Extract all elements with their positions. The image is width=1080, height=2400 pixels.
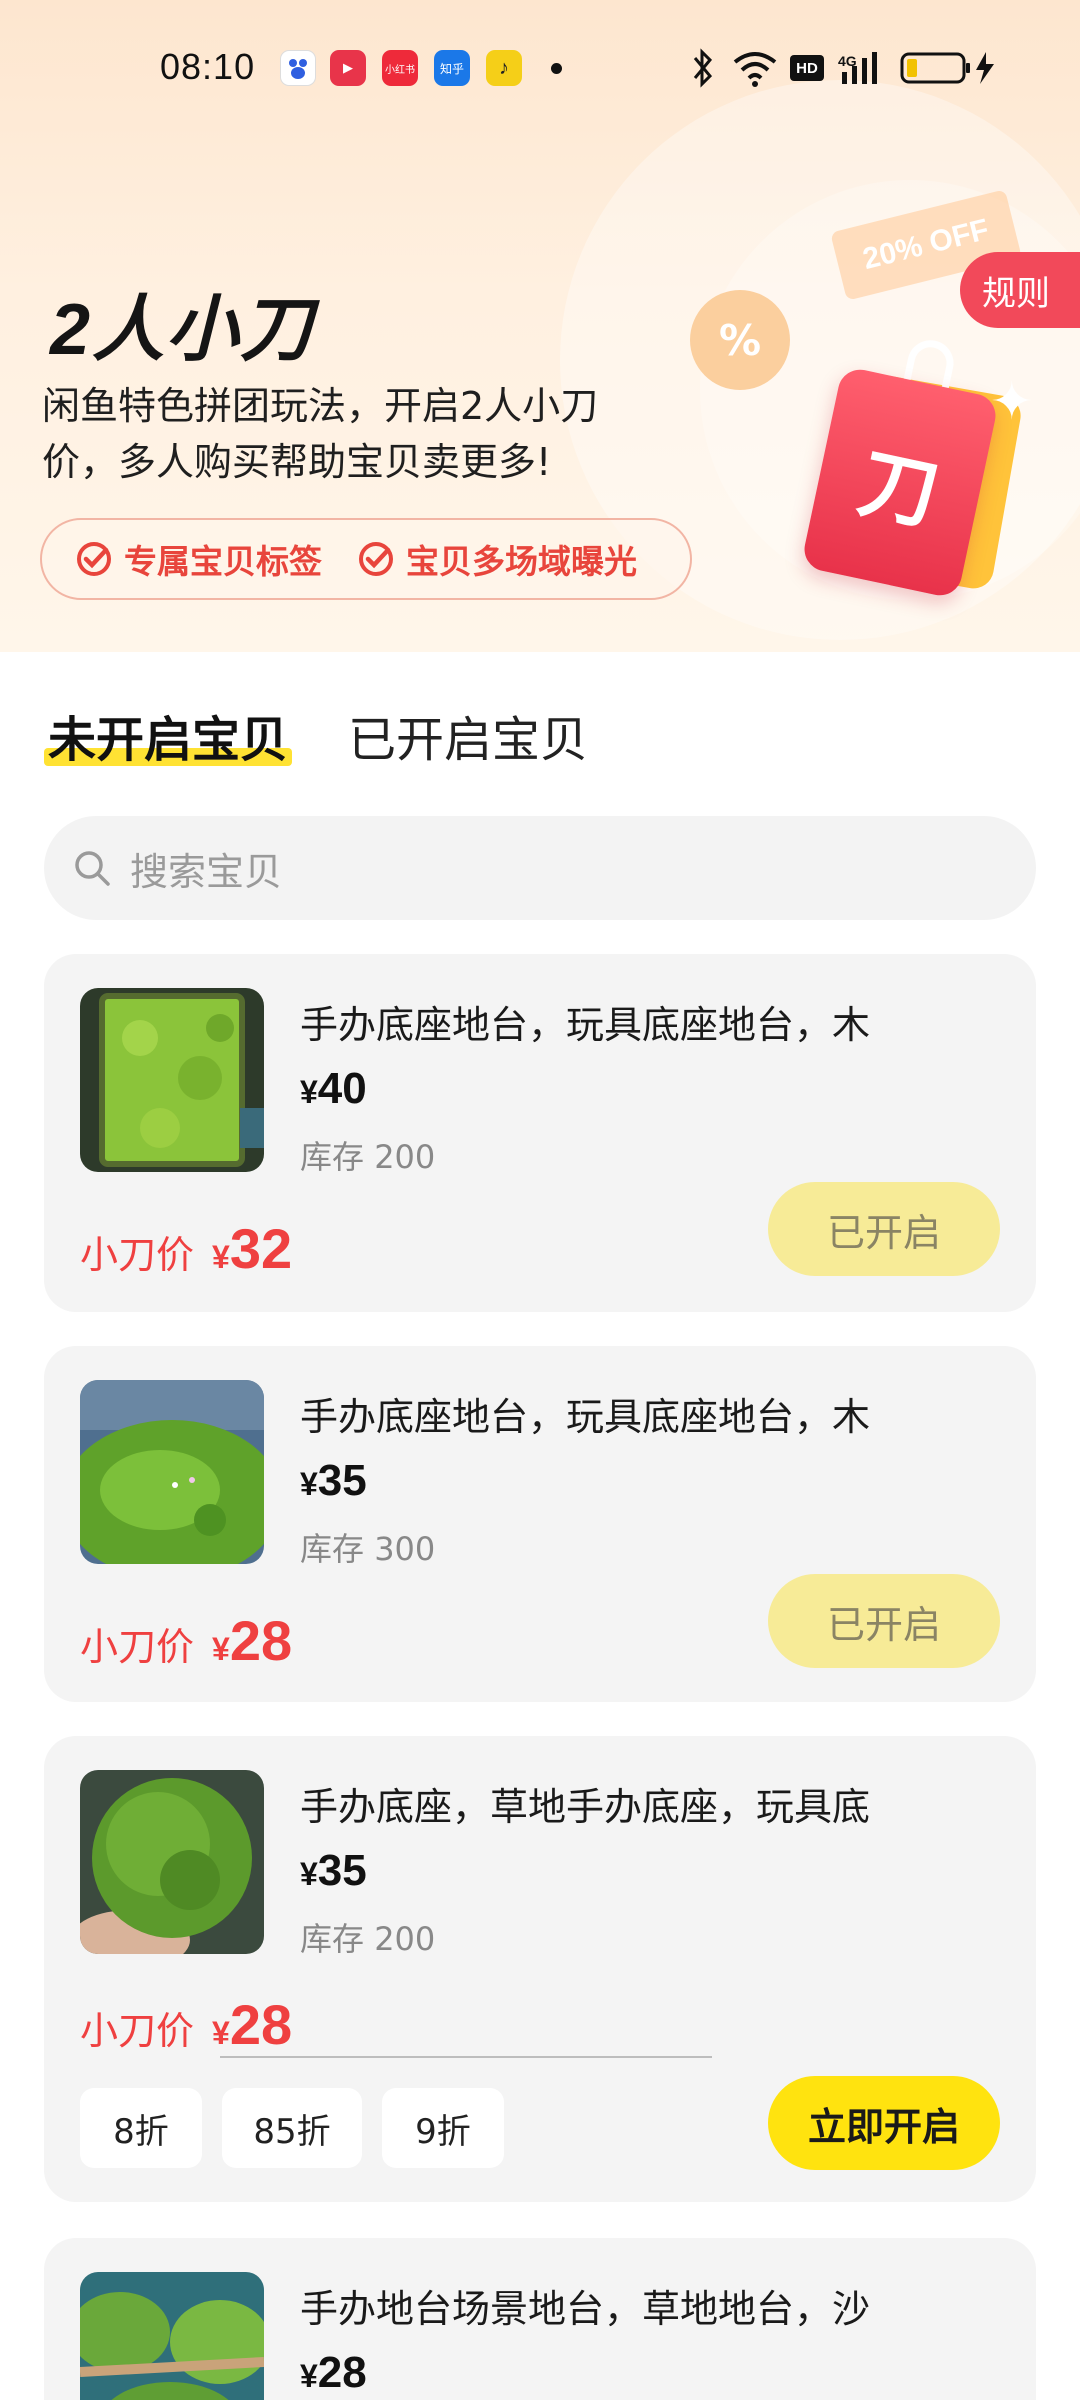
stock-value: 200 [374, 1920, 436, 1958]
cut-price: 小刀价 ¥ 28 [80, 1992, 292, 2057]
cut-price: 小刀价 ¥ 28 [80, 1608, 292, 1673]
discount-chip-85[interactable]: 85折 [222, 2088, 362, 2168]
stock-prefix: 库存 [300, 1138, 365, 1176]
hero-banner: 08:10 ▶ 小红书 知乎 ♪ HD 4G 20% OFF % 刀 ✦ 规则 … [0, 0, 1080, 652]
bluetooth-icon [693, 48, 713, 88]
video-app-icon: ▶ [330, 50, 366, 86]
baidu-app-icon [280, 50, 316, 86]
tab-not-enabled[interactable]: 未开启宝贝 [44, 700, 293, 770]
search-input[interactable]: 搜索宝贝 [44, 816, 1036, 920]
currency-symbol: ¥ [300, 1074, 318, 1110]
product-stock: 库存 200 [300, 1132, 435, 1178]
signal-icon: 4G [838, 52, 877, 84]
sparkle-icon: ✦ [990, 372, 1034, 432]
product-card: 手办底座，草地手办底座，玩具底 ¥35 库存 200 小刀价 ¥ 28 8折 8… [44, 1736, 1036, 2202]
price-value: 40 [317, 1064, 367, 1113]
product-card: 手办底座地台，玩具底座地台，木 ¥40 库存 200 小刀价 ¥ 32 已开启 [44, 954, 1036, 1312]
product-image[interactable] [80, 1770, 264, 1954]
discount-chip-9[interactable]: 9折 [382, 2088, 504, 2168]
opened-button[interactable]: 已开启 [768, 1182, 1000, 1276]
check-circle-icon [359, 542, 393, 576]
hd-icon: HD [790, 55, 824, 81]
feature-item: 专属宝贝标签 [76, 535, 322, 583]
cut-price-label: 小刀价 [80, 1233, 195, 1277]
stock-value: 200 [374, 1138, 436, 1176]
currency-symbol: ¥ [212, 2015, 230, 2051]
product-price: ¥28 [300, 2348, 367, 2398]
status-bar: 08:10 ▶ 小红书 知乎 ♪ HD 4G [0, 0, 1080, 140]
product-card: 手办地台场景地台，草地地台，沙 ¥28 [44, 2238, 1036, 2400]
status-time: 08:10 [160, 46, 256, 87]
price-value: 35 [317, 1846, 367, 1895]
currency-symbol: ¥ [300, 1856, 318, 1892]
currency-symbol: ¥ [212, 1239, 230, 1275]
currency-symbol: ¥ [212, 1631, 230, 1667]
tab-label: 未开启宝贝 [48, 712, 289, 768]
product-price: ¥40 [300, 1064, 367, 1114]
product-card: 手办底座地台，玩具底座地台，木 ¥35 库存 300 小刀价 ¥ 28 已开启 [44, 1346, 1036, 1702]
price-value: 28 [317, 2348, 367, 2397]
cut-price: 小刀价 ¥ 32 [80, 1216, 292, 1281]
check-circle-icon [77, 542, 111, 576]
hero-title: 2人小刀 [50, 290, 315, 370]
stock-value: 300 [374, 1530, 436, 1568]
discount-chip-8[interactable]: 8折 [80, 2088, 202, 2168]
cut-price-label: 小刀价 [80, 1625, 195, 1669]
rules-button[interactable]: 规则 [960, 252, 1080, 328]
feature-label: 宝贝多场域曝光 [406, 542, 637, 581]
search-placeholder: 搜索宝贝 [130, 849, 283, 894]
currency-symbol: ¥ [300, 2358, 318, 2394]
stock-prefix: 库存 [300, 1530, 365, 1568]
cut-price-value: 32 [229, 1217, 293, 1280]
stock-prefix: 库存 [300, 1920, 365, 1958]
cut-price-input-underline [220, 2056, 712, 2058]
opened-button[interactable]: 已开启 [768, 1574, 1000, 1668]
enable-now-button[interactable]: 立即开启 [768, 2076, 1000, 2170]
product-title[interactable]: 手办地台场景地台，草地地台，沙 [300, 2278, 1000, 2333]
cut-price-value: 28 [229, 1993, 293, 2056]
zhihu-app-icon: 知乎 [434, 50, 470, 86]
product-title[interactable]: 手办底座，草地手办底座，玩具底 [300, 1776, 1000, 1831]
product-image[interactable] [80, 988, 264, 1172]
feature-pill: 专属宝贝标签 宝贝多场域曝光 [40, 518, 692, 600]
product-price: ¥35 [300, 1456, 367, 1506]
notification-dot [551, 63, 562, 74]
product-image[interactable] [80, 2272, 264, 2400]
battery-icon [900, 52, 994, 84]
feature-label: 专属宝贝标签 [124, 542, 322, 581]
product-title[interactable]: 手办底座地台，玩具底座地台，木 [300, 1386, 1000, 1441]
hero-description: 闲鱼特色拼团玩法，开启2人小刀价，多人购买帮助宝贝卖更多! [42, 384, 599, 484]
search-icon [75, 851, 110, 886]
price-value: 35 [317, 1456, 367, 1505]
product-stock: 库存 200 [300, 1914, 435, 1960]
notes-app-icon: ♪ [486, 50, 522, 86]
product-title[interactable]: 手办底座地台，玩具底座地台，木 [300, 994, 1000, 1049]
cut-price-label: 小刀价 [80, 2009, 195, 2053]
cut-price-value: 28 [229, 1609, 293, 1672]
xiaohongshu-app-icon: 小红书 [382, 50, 418, 86]
percent-badge-icon: % [690, 290, 790, 390]
product-price: ¥35 [300, 1846, 367, 1896]
wifi-icon [733, 52, 777, 87]
tab-bar: 未开启宝贝 已开启宝贝 [0, 690, 1080, 780]
product-stock: 库存 300 [300, 1524, 435, 1570]
product-image[interactable] [80, 1380, 264, 1564]
tab-enabled[interactable]: 已开启宝贝 [348, 700, 588, 770]
currency-symbol: ¥ [300, 1466, 318, 1502]
feature-item: 宝贝多场域曝光 [358, 535, 637, 583]
